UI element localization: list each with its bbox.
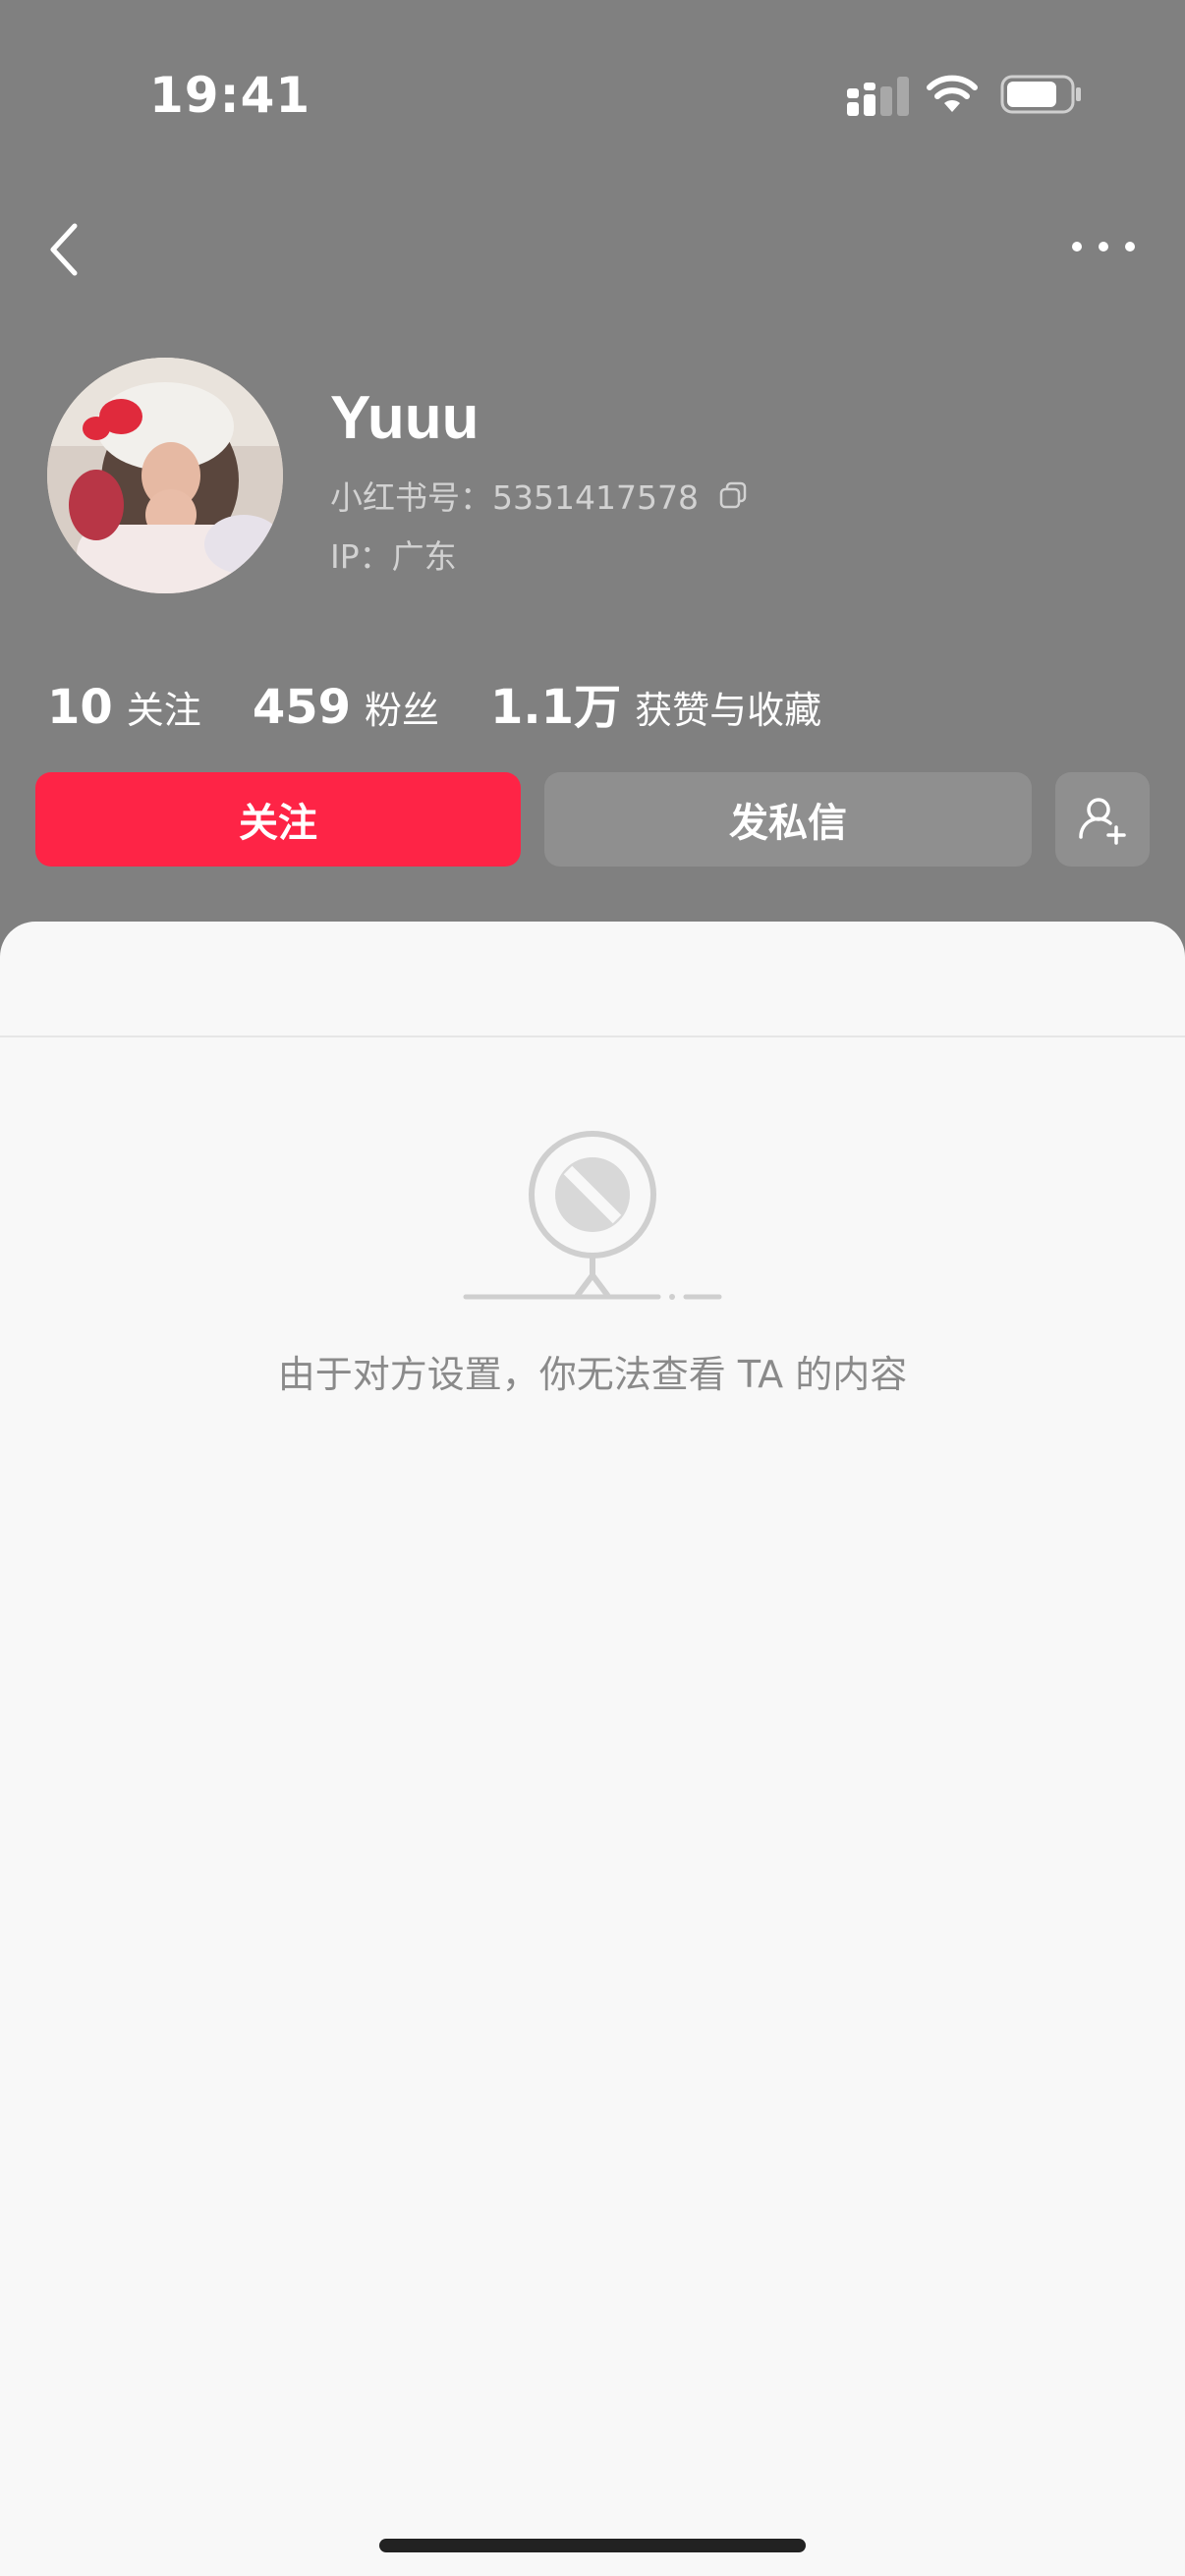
add-user-button[interactable] [1055,772,1150,867]
empty-state-message: 由于对方设置，你无法查看 TA 的内容 [277,1353,908,1396]
wifi-icon [927,75,978,112]
back-icon[interactable] [45,218,85,281]
follow-button[interactable]: 关注 [35,772,521,867]
tab-divider [0,1036,1185,1037]
add-user-icon [1079,798,1126,845]
stat-value: 1.1万 [490,680,622,735]
red-id: 小红书号：5351417578 [330,472,748,519]
profile-name: Yuuu [330,384,480,452]
home-indicator [379,2539,806,2552]
ip-location: IP：广东 [330,537,457,576]
message-button[interactable]: 发私信 [544,772,1032,867]
stat-label: 关注 [126,689,201,732]
red-id-text: 小红书号：5351417578 [330,478,699,517]
stat-following[interactable]: 10 关注 [47,680,201,735]
stat-followers[interactable]: 459 粉丝 [253,680,439,735]
copy-icon[interactable] [718,480,748,510]
more-icon[interactable] [1071,236,1136,257]
battery-icon [1000,75,1081,114]
stats-row: 10 关注 459 粉丝 1.1万 获赞与收藏 [47,668,873,737]
stat-value: 459 [252,680,352,735]
stat-value: 10 [47,680,113,735]
status-time: 19:41 [149,67,311,124]
avatar[interactable] [47,358,283,593]
stat-label: 粉丝 [365,689,440,732]
stat-label: 获赞与收藏 [635,689,822,732]
stat-likes-collects[interactable]: 1.1万 获赞与收藏 [490,668,821,737]
avatar-image [47,358,283,593]
cellular-signal-icon [847,77,909,116]
blocked-icon [463,1131,722,1300]
